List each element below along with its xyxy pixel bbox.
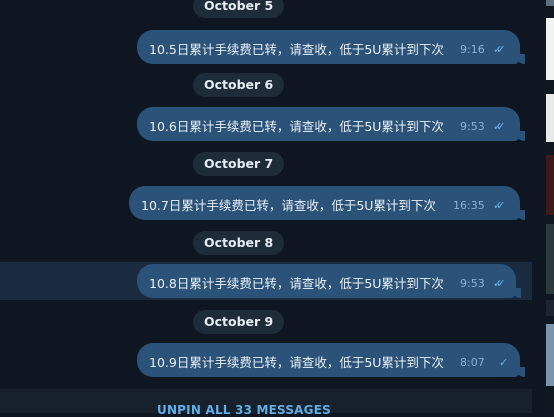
media-thumbnail[interactable] bbox=[546, 0, 554, 6]
chat-area: October 5 10.5日累计手续费已转，请查收，低于5U累计到下次 9:1… bbox=[0, 0, 532, 388]
single-check-icon: ✓ bbox=[499, 356, 509, 369]
double-check-icon: ✓✓ bbox=[493, 120, 506, 133]
date-separator: October 7 bbox=[193, 152, 285, 176]
message-bubble[interactable]: 10.8日累计手续费已转，请查收，低于5U累计到下次 9:53 ✓✓ bbox=[137, 264, 516, 298]
chat-scrollbar[interactable] bbox=[532, 0, 546, 412]
date-separator: October 6 bbox=[193, 73, 285, 97]
media-thumbnail[interactable] bbox=[546, 224, 554, 294]
double-check-icon: ✓✓ bbox=[493, 43, 506, 56]
message-time: 8:07 bbox=[460, 356, 485, 369]
media-thumbnail[interactable] bbox=[546, 94, 554, 142]
message-text: 10.6日累计手续费已转，请查收，低于5U累计到下次 bbox=[149, 119, 444, 134]
message-bubble[interactable]: 10.7日累计手续费已转，请查收，低于5U累计到下次 16:35 ✓✓ bbox=[129, 186, 520, 220]
double-check-icon: ✓✓ bbox=[493, 199, 506, 212]
date-separator: October 8 bbox=[193, 231, 285, 255]
message-time: 9:53 bbox=[460, 120, 485, 133]
media-thumbnail[interactable] bbox=[546, 300, 554, 316]
shared-media-panel bbox=[546, 0, 554, 412]
message-bubble[interactable]: 10.5日累计手续费已转，请查收，低于5U累计到下次 9:16 ✓✓ bbox=[137, 30, 520, 64]
message-time: 9:16 bbox=[460, 43, 485, 56]
message-time: 9:53 bbox=[460, 277, 485, 290]
media-thumbnail[interactable] bbox=[546, 324, 554, 386]
message-text: 10.9日累计手续费已转，请查收，低于5U累计到下次 bbox=[149, 355, 444, 370]
date-separator: October 5 bbox=[193, 0, 285, 18]
unpin-all-button[interactable]: UNPIN ALL 33 MESSAGES bbox=[157, 403, 331, 417]
message-bubble[interactable]: 10.6日累计手续费已转，请查收，低于5U累计到下次 9:53 ✓✓ bbox=[137, 107, 520, 141]
message-text: 10.8日累计手续费已转，请查收，低于5U累计到下次 bbox=[149, 276, 444, 291]
message-time: 16:35 bbox=[453, 199, 485, 212]
message-bubble[interactable]: 10.9日累计手续费已转，请查收，低于5U累计到下次 8:07 ✓ bbox=[137, 343, 520, 377]
media-thumbnail[interactable] bbox=[546, 155, 554, 215]
media-thumbnail[interactable] bbox=[546, 18, 554, 80]
message-text: 10.7日累计手续费已转，请查收，低于5U累计到下次 bbox=[141, 198, 436, 213]
date-separator: October 9 bbox=[193, 310, 285, 334]
message-text: 10.5日累计手续费已转，请查收，低于5U累计到下次 bbox=[149, 42, 444, 57]
double-check-icon: ✓✓ bbox=[493, 277, 506, 290]
pinned-bar: UNPIN ALL 33 MESSAGES bbox=[0, 388, 532, 417]
